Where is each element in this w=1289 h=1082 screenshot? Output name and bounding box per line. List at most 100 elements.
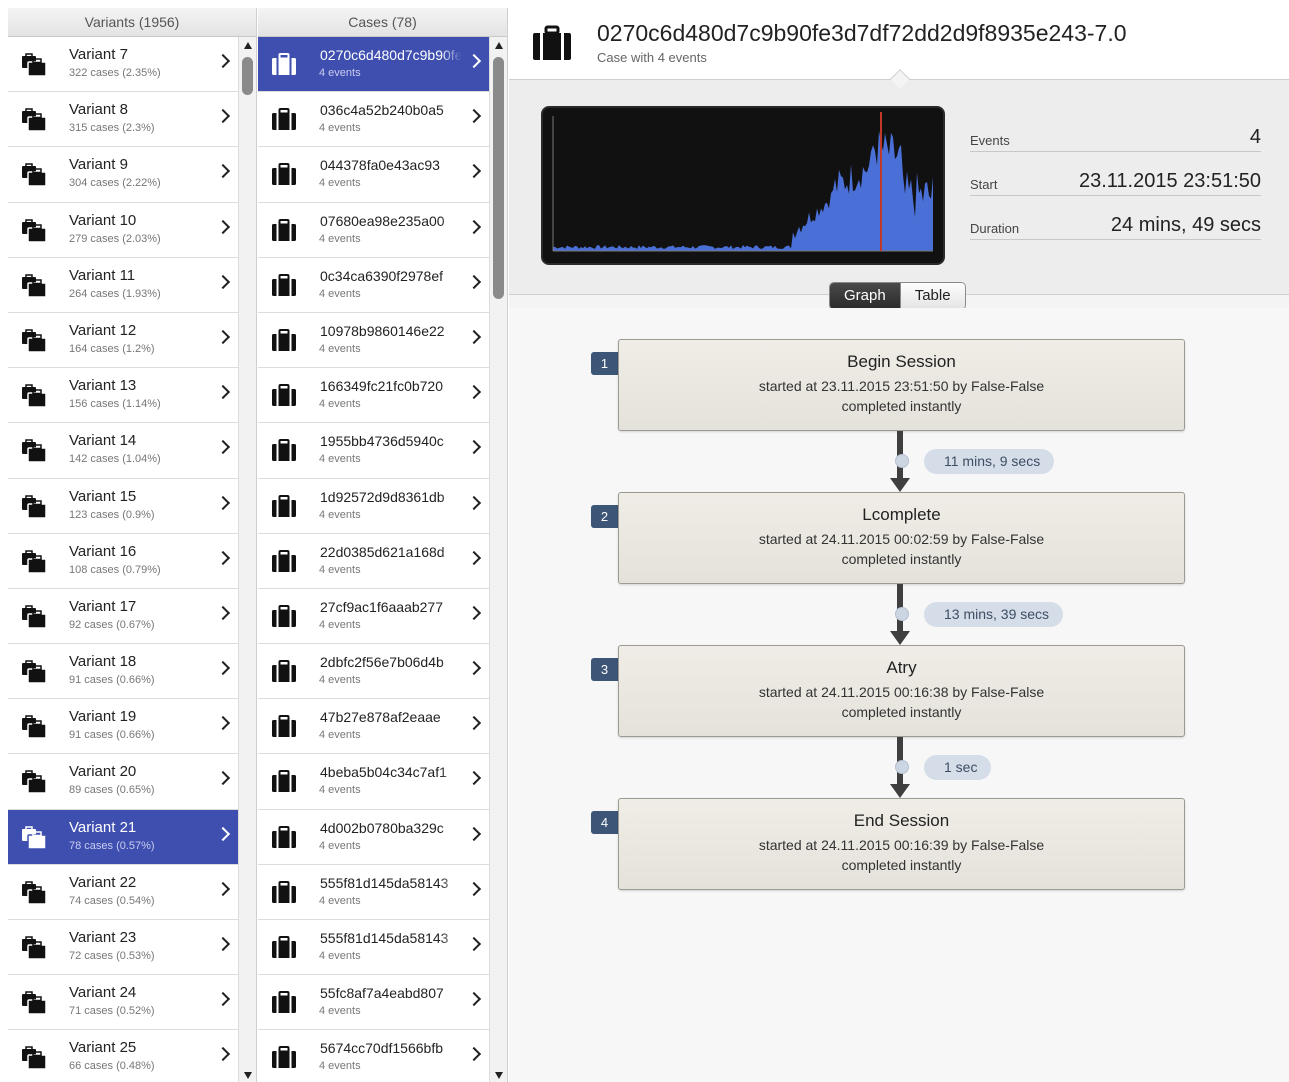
variant-row-label: Variant 21 bbox=[69, 818, 137, 836]
variant-row-label: Variant 12 bbox=[69, 321, 137, 339]
chevron-right-icon bbox=[215, 992, 231, 1007]
case-row[interactable]: 1d92572d9d8361db 4 events bbox=[258, 478, 489, 534]
variant-row[interactable]: Variant 23 72 cases (0.53%) bbox=[8, 920, 238, 976]
case-row[interactable]: 4d002b0780ba329c 4 events bbox=[258, 809, 489, 865]
scroll-up-arrow-icon[interactable] bbox=[244, 42, 252, 49]
variant-row[interactable]: Variant 18 91 cases (0.66%) bbox=[8, 644, 238, 700]
case-row[interactable]: 555f81d145da58143 4 events bbox=[258, 864, 489, 920]
variant-row[interactable]: Variant 10 279 cases (2.03%) bbox=[8, 202, 238, 258]
scroll-down-arrow-icon[interactable] bbox=[495, 1072, 503, 1079]
chevron-right-icon bbox=[466, 53, 482, 69]
case-row-label: 555f81d145da58143 bbox=[320, 874, 449, 891]
variant-row[interactable]: Variant 25 66 cases (0.48%) bbox=[8, 1030, 238, 1082]
variants-header: Variants (1956) bbox=[8, 8, 256, 37]
stacked-cases-icon bbox=[22, 549, 47, 574]
variant-row-count: 123 cases (0.9%) bbox=[69, 508, 155, 521]
variant-row[interactable]: Variant 16 108 cases (0.79%) bbox=[8, 533, 238, 589]
variant-row-label: Variant 19 bbox=[69, 708, 137, 726]
briefcase-icon bbox=[272, 770, 296, 793]
variant-row-label: Variant 15 bbox=[69, 487, 137, 505]
step-completion-info: completed instantly bbox=[841, 704, 962, 720]
stat-value: 23.11.2015 23:51:50 bbox=[1078, 170, 1261, 192]
variant-row[interactable]: Variant 8 315 cases (2.3%) bbox=[8, 92, 238, 148]
scroll-down-arrow-icon[interactable] bbox=[244, 1072, 252, 1079]
process-step[interactable]: Begin Session started at 23.11.2015 23:51… bbox=[618, 339, 1185, 431]
case-row[interactable]: 044378fa0e43ac93 4 events bbox=[258, 147, 489, 203]
chevron-right-icon bbox=[215, 440, 231, 455]
variant-row[interactable]: Variant 17 92 cases (0.67%) bbox=[8, 588, 238, 645]
variant-row-count: 142 cases (1.04%) bbox=[69, 453, 161, 466]
case-row[interactable]: 10978b9860146e22 4 events bbox=[258, 312, 489, 369]
case-row[interactable]: 47b27e878af2eaae 4 events bbox=[258, 699, 489, 755]
case-row[interactable]: 22d0385d621a168d 4 events bbox=[258, 533, 489, 589]
case-row[interactable]: 036c4a52b240b0a5 4 events bbox=[258, 92, 489, 148]
variant-row[interactable]: Variant 19 91 cases (0.66%) bbox=[8, 699, 238, 755]
scroll-up-arrow-icon[interactable] bbox=[495, 42, 503, 49]
variant-row-count: 91 cases (0.66%) bbox=[69, 729, 155, 742]
chevron-right-icon bbox=[215, 164, 231, 179]
variant-row[interactable]: Variant 24 71 cases (0.52%) bbox=[8, 975, 238, 1031]
case-row[interactable]: 55fc8af7a4eabd807 4 events bbox=[258, 975, 489, 1031]
chevron-right-icon bbox=[466, 550, 482, 565]
stacked-cases-icon bbox=[22, 991, 47, 1015]
scroll-thumb[interactable] bbox=[242, 57, 253, 95]
process-step[interactable]: End Session started at 24.11.2015 00:16:3… bbox=[618, 798, 1185, 890]
variant-row-count: 74 cases (0.54%) bbox=[69, 894, 155, 907]
case-row[interactable]: 166349fc21fc0b720 4 events bbox=[258, 368, 489, 424]
variant-row-label: Variant 13 bbox=[69, 377, 137, 395]
case-row[interactable]: 07680ea98e235a00 4 events bbox=[258, 202, 489, 258]
view-toggle[interactable]: Graph Table bbox=[829, 282, 966, 310]
variant-row[interactable]: Variant 7 322 cases (2.35%) bbox=[8, 37, 238, 93]
variant-row[interactable]: Variant 15 123 cases (0.9%) bbox=[8, 478, 238, 534]
stacked-cases-icon bbox=[22, 715, 47, 739]
histogram-area bbox=[553, 130, 933, 251]
chevron-right-icon bbox=[466, 1047, 482, 1062]
chevron-right-icon bbox=[215, 660, 231, 676]
case-row[interactable]: 2dbfc2f56e7b06d4b 4 events bbox=[258, 644, 489, 700]
variant-row-label: Variant 20 bbox=[69, 763, 137, 781]
stacked-cases-icon bbox=[22, 494, 47, 519]
case-row[interactable]: 5674cc70df1566bfb 4 events bbox=[258, 1030, 489, 1082]
variants-scrollbar[interactable] bbox=[238, 37, 256, 1082]
stat-duration: Duration 24 mins, 49 secs bbox=[970, 196, 1261, 240]
variant-row[interactable]: Variant 12 164 cases (1.2%) bbox=[8, 312, 238, 369]
chevron-right-icon bbox=[466, 605, 482, 620]
briefcase-icon bbox=[272, 53, 296, 75]
case-row-label: 5674cc70df1566bfb bbox=[320, 1040, 443, 1057]
case-row[interactable]: 1955bb4736d5940c 4 events bbox=[258, 423, 489, 479]
transition-duration: 11 mins, 9 secs bbox=[924, 449, 1055, 474]
case-row[interactable]: 555f81d145da58143 4 events bbox=[258, 920, 489, 976]
variant-row[interactable]: Variant 9 304 cases (2.22%) bbox=[8, 147, 238, 203]
case-row-count: 4 events bbox=[319, 784, 361, 797]
variants-list: Variant 7 322 cases (2.35%) Variant 8 315 c… bbox=[8, 37, 238, 1082]
variant-row[interactable]: Variant 14 142 cases (1.04%) bbox=[8, 423, 238, 479]
process-step[interactable]: Atry started at 24.11.2015 00:16:38 by Fa… bbox=[618, 645, 1185, 737]
variant-row-label: Variant 8 bbox=[69, 101, 128, 119]
step-start-info: started at 24.11.2015 00:02:59 by False-… bbox=[758, 531, 1045, 547]
graph-tab[interactable]: Graph bbox=[830, 283, 900, 309]
step-number-badge: 3 bbox=[591, 658, 618, 681]
case-row[interactable]: 0c34ca6390f2978ef 4 events bbox=[258, 257, 489, 313]
variant-row[interactable]: Variant 11 264 cases (1.93%) bbox=[8, 257, 238, 313]
variant-row[interactable]: Variant 21 78 cases (0.57%) bbox=[8, 809, 238, 865]
case-row[interactable]: 27cf9ac1f6aaab277 4 events bbox=[258, 588, 489, 645]
step-start-info: started at 23.11.2015 23:51:50 by False-… bbox=[758, 378, 1045, 394]
process-step[interactable]: Lcomplete started at 24.11.2015 00:02:59 … bbox=[618, 492, 1185, 584]
scroll-thumb[interactable] bbox=[493, 57, 504, 299]
cases-scrollbar[interactable] bbox=[489, 37, 507, 1082]
briefcase-icon bbox=[272, 991, 296, 1014]
table-tab[interactable]: Table bbox=[899, 283, 965, 309]
briefcase-icon bbox=[533, 25, 571, 60]
variant-row[interactable]: Variant 20 89 cases (0.65%) bbox=[8, 754, 238, 810]
variant-row[interactable]: Variant 22 74 cases (0.54%) bbox=[8, 864, 238, 920]
variant-row[interactable]: Variant 13 156 cases (1.14%) bbox=[8, 368, 238, 424]
case-row[interactable]: 4beba5b04c34c7af1 4 events bbox=[258, 754, 489, 810]
case-subtitle: Case with 4 events bbox=[597, 50, 707, 65]
briefcase-icon bbox=[272, 936, 296, 958]
case-row-count: 4 events bbox=[319, 674, 361, 687]
case-stats: Events 4 Start 23.11.2015 23:51:50 Duration 2… bbox=[970, 108, 1261, 240]
variant-row-label: Variant 10 bbox=[69, 211, 137, 229]
case-row[interactable]: 0270c6d480d7c9b90fe3d7 4 events bbox=[258, 37, 489, 93]
arrow-down-icon bbox=[890, 478, 910, 492]
step-start-info: started at 24.11.2015 00:16:38 by False-… bbox=[758, 684, 1045, 700]
